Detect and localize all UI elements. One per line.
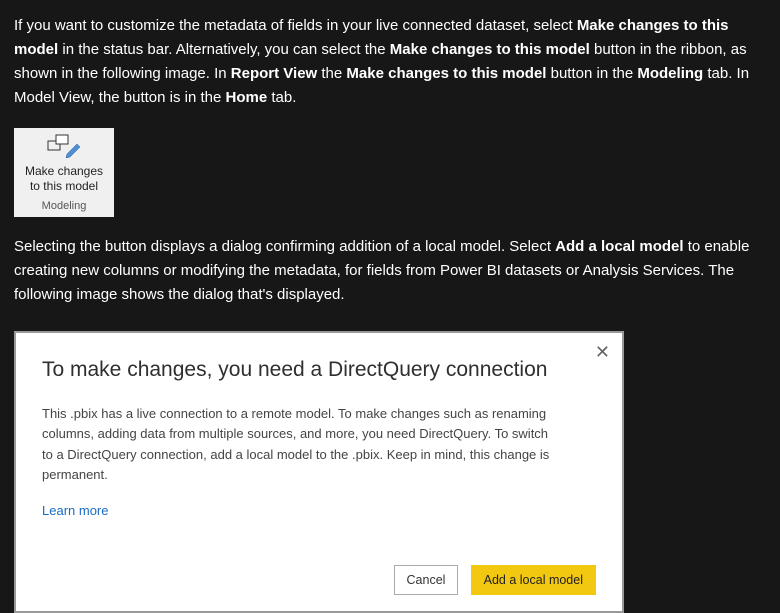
- dialog-title: To make changes, you need a DirectQuery …: [42, 353, 596, 387]
- text: Selecting the button displays a dialog c…: [14, 238, 555, 255]
- learn-more-link[interactable]: Learn more: [42, 503, 108, 518]
- intro-paragraph-1: If you want to customize the metadata of…: [14, 14, 766, 110]
- add-local-model-button[interactable]: Add a local model: [471, 565, 596, 595]
- model-pencil-icon: [47, 134, 81, 162]
- bold-make-changes-3: Make changes to this model: [346, 65, 546, 82]
- text: If you want to customize the metadata of…: [14, 17, 577, 34]
- bold-home: Home: [226, 89, 268, 106]
- text: tab.: [267, 89, 296, 106]
- text: the: [317, 65, 346, 82]
- dialog-body-text: This .pbix has a live connection to a re…: [42, 404, 562, 485]
- bold-report-view: Report View: [231, 65, 317, 82]
- directquery-dialog: ✕ To make changes, you need a DirectQuer…: [16, 333, 622, 611]
- text: button in the: [546, 65, 637, 82]
- bold-make-changes-2: Make changes to this model: [390, 41, 590, 58]
- text: in the status bar. Alternatively, you ca…: [58, 41, 390, 58]
- make-changes-ribbon-button: Make changes to this model Modeling: [14, 128, 114, 217]
- dialog-screenshot: ✕ To make changes, you need a DirectQuer…: [14, 331, 624, 613]
- bold-modeling: Modeling: [637, 65, 703, 82]
- bold-add-local-model: Add a local model: [555, 238, 683, 255]
- intro-paragraph-2: Selecting the button displays a dialog c…: [14, 235, 766, 307]
- cancel-button[interactable]: Cancel: [394, 565, 459, 595]
- close-icon[interactable]: ✕: [595, 343, 610, 361]
- dialog-footer: Cancel Add a local model: [42, 565, 596, 595]
- ribbon-tab-label: Modeling: [42, 200, 87, 214]
- ribbon-button-label-line-1: Make changes: [25, 164, 103, 179]
- ribbon-button-label-line-2: to this model: [30, 179, 98, 194]
